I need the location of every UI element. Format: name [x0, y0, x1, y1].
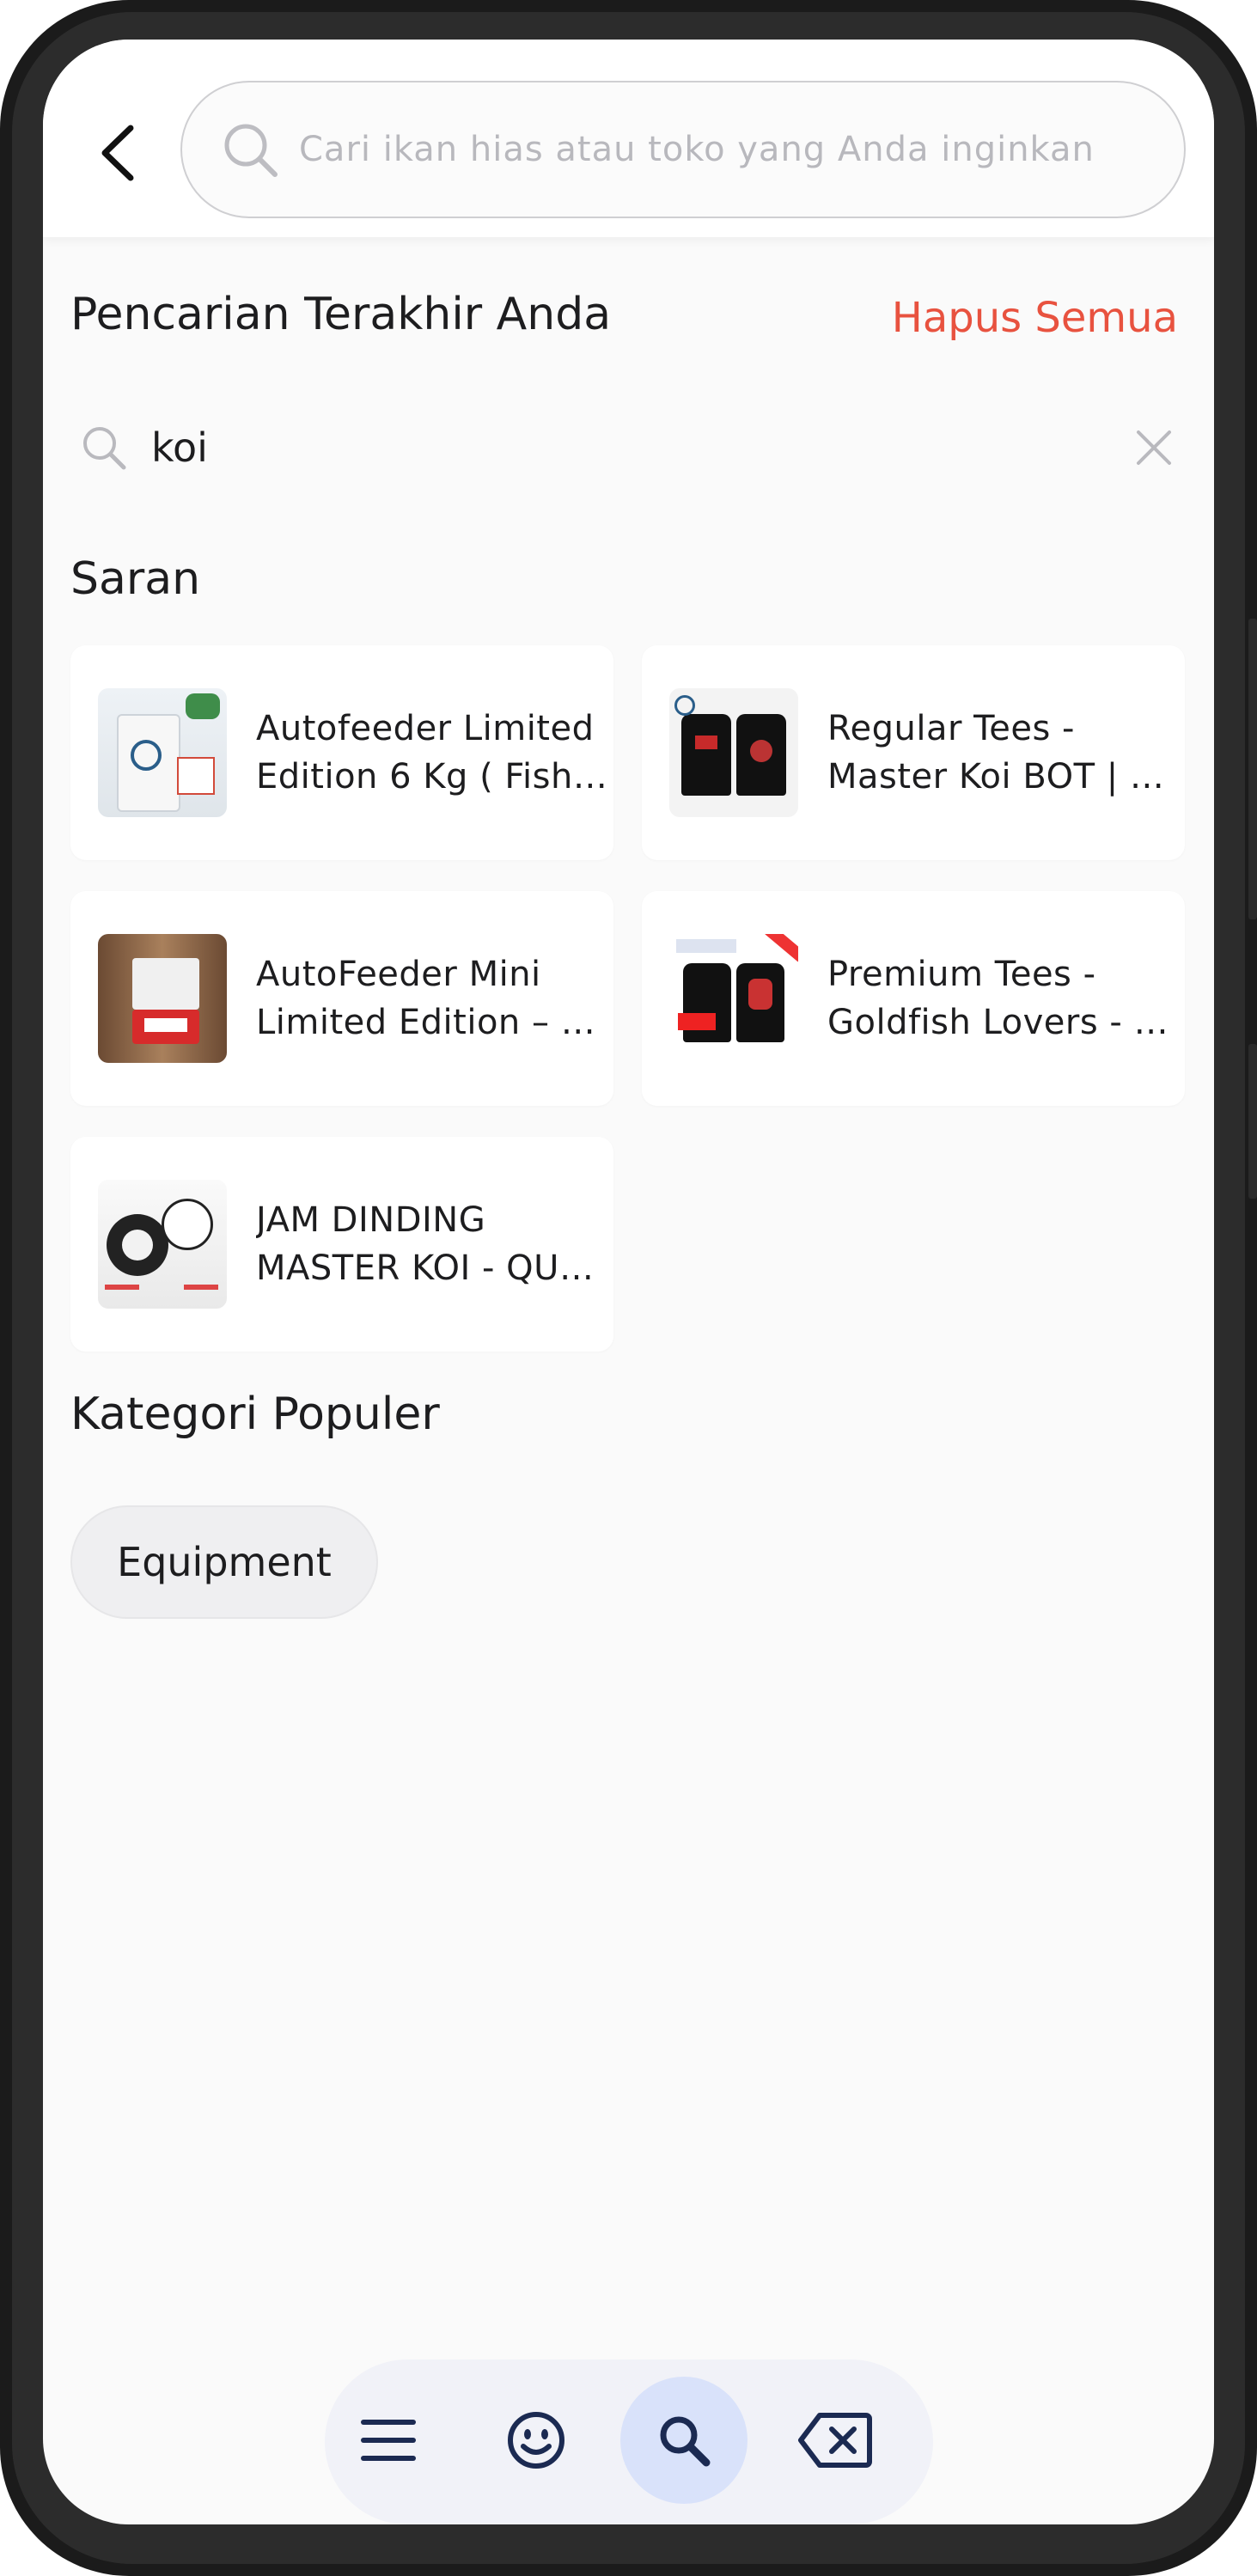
search-icon: [220, 119, 280, 180]
suggestion-card[interactable]: Regular Tees - Master Koi BOT | Ex...: [642, 645, 1185, 860]
suggestion-line-2: Master Koi BOT | Ex...: [827, 757, 1180, 797]
suggestion-line-2: MASTER KOI - QUA...: [256, 1248, 608, 1288]
bottom-navigation: [325, 2359, 933, 2524]
backspace-icon: [798, 2413, 872, 2468]
suggestions-title: Saran: [70, 553, 201, 605]
nav-menu-button[interactable]: [325, 2377, 452, 2504]
back-button[interactable]: [84, 119, 153, 187]
nav-backspace-button[interactable]: [772, 2377, 899, 2504]
popular-categories-title: Kategori Populer: [70, 1389, 440, 1440]
search-header: [43, 40, 1214, 237]
clear-all-button[interactable]: Hapus Semua: [892, 294, 1178, 342]
suggestion-line-2: Limited Edition – K...: [256, 1003, 608, 1042]
search-icon: [660, 2416, 711, 2467]
suggestion-line-2: Goldfish Lovers - V...: [827, 1003, 1180, 1042]
close-icon: [1137, 430, 1171, 465]
suggestion-text: Regular Tees - Master Koi BOT | Ex...: [827, 705, 1180, 801]
suggestion-text: Autofeeder Limited Edition 6 Kg ( Fish .…: [256, 705, 608, 801]
search-input[interactable]: [297, 129, 1143, 170]
product-thumbnail: [669, 934, 798, 1063]
suggestion-line-2: Edition 6 Kg ( Fish ...: [256, 757, 608, 797]
recent-search-item[interactable]: koi: [69, 405, 1188, 491]
product-thumbnail: [98, 1180, 227, 1309]
recent-searches-title: Pencarian Terakhir Anda: [70, 289, 612, 340]
suggestion-line-1: Premium Tees -: [827, 955, 1096, 994]
suggestion-text: JAM DINDING MASTER KOI - QUA...: [256, 1196, 608, 1292]
nav-search-button[interactable]: [620, 2377, 747, 2504]
suggestion-line-1: JAM DINDING: [256, 1200, 486, 1240]
remove-recent-button[interactable]: [1128, 422, 1180, 473]
suggestion-card[interactable]: Premium Tees - Goldfish Lovers - V...: [642, 891, 1185, 1106]
power-button: [1248, 1044, 1257, 1199]
product-thumbnail: [98, 688, 227, 817]
suggestion-line-1: Regular Tees -: [827, 709, 1075, 748]
volume-button: [1248, 619, 1257, 919]
suggestion-card[interactable]: JAM DINDING MASTER KOI - QUA...: [70, 1137, 613, 1352]
product-thumbnail: [98, 934, 227, 1063]
suggestion-card[interactable]: Autofeeder Limited Edition 6 Kg ( Fish .…: [70, 645, 613, 860]
suggestion-text: Premium Tees - Goldfish Lovers - V...: [827, 950, 1180, 1047]
category-chip-equipment[interactable]: Equipment: [70, 1505, 378, 1619]
recent-search-label: koi: [151, 424, 208, 471]
app-screen: Pencarian Terakhir Anda Hapus Semua koi …: [43, 40, 1214, 2524]
menu-icon: [361, 2420, 416, 2461]
phone-frame: Pencarian Terakhir Anda Hapus Semua koi …: [0, 0, 1257, 2576]
product-thumbnail: [669, 688, 798, 817]
search-icon: [83, 427, 126, 470]
emoji-icon: [508, 2412, 564, 2469]
suggestion-card[interactable]: AutoFeeder Mini Limited Edition – K...: [70, 891, 613, 1106]
suggestion-line-1: AutoFeeder Mini: [256, 955, 541, 994]
chevron-left-icon: [101, 125, 134, 181]
search-bar[interactable]: [180, 81, 1186, 218]
suggestion-text: AutoFeeder Mini Limited Edition – K...: [256, 950, 608, 1047]
suggestion-line-1: Autofeeder Limited: [256, 709, 595, 748]
nav-emoji-button[interactable]: [473, 2377, 600, 2504]
